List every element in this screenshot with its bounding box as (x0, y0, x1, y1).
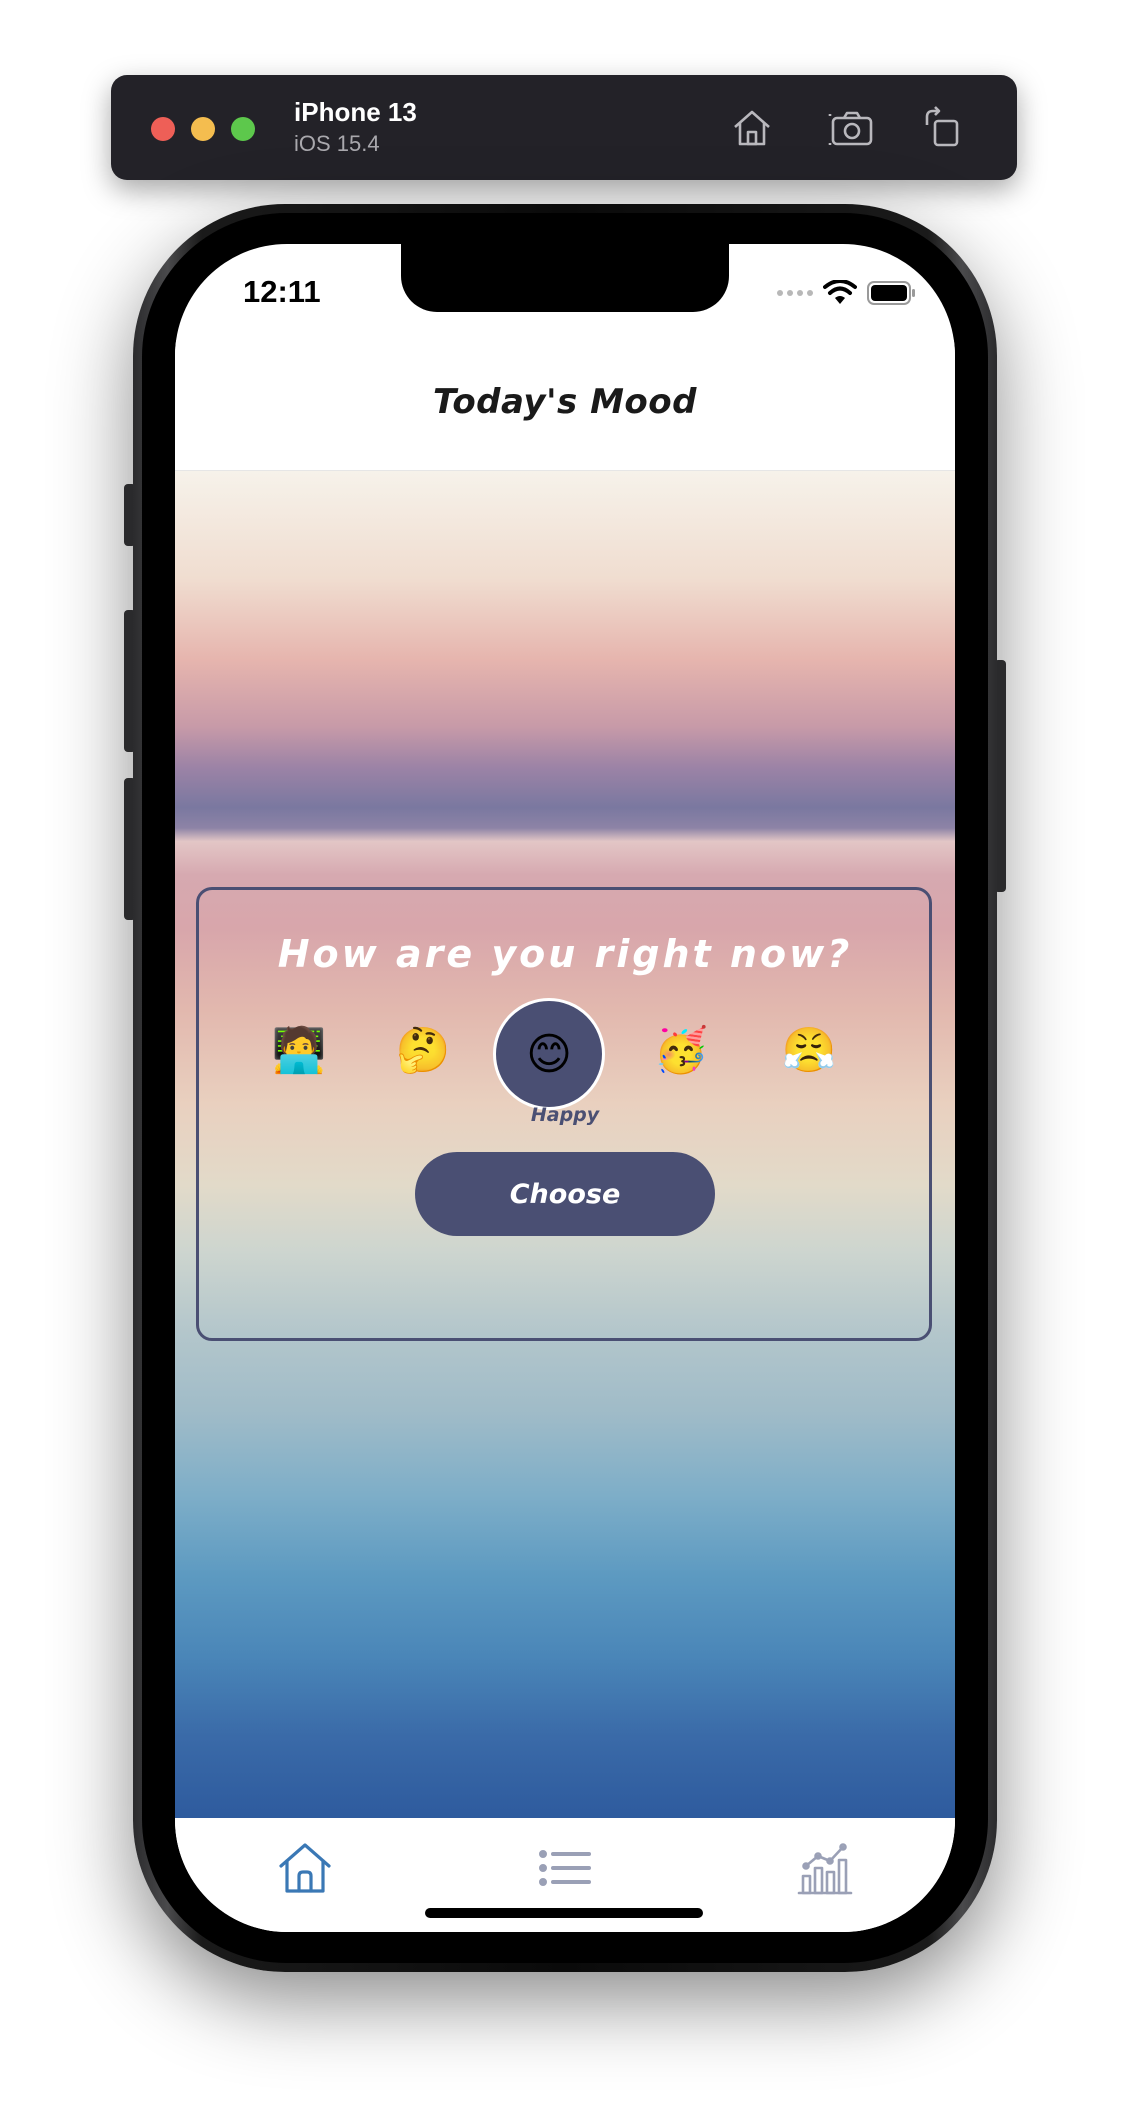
zoom-window-button[interactable] (231, 117, 255, 141)
phone-screen: 12:11 Today's Mood How are you right now… (175, 244, 955, 1932)
notch (401, 244, 729, 312)
simulator-toolbar: iPhone 13 iOS 15.4 (111, 75, 1017, 180)
list-icon (539, 1850, 591, 1886)
tab-statistics[interactable] (795, 1838, 855, 1898)
close-window-button[interactable] (151, 117, 175, 141)
mood-options: 🧑‍💻 🤔 😊 🥳 😤 (175, 998, 955, 1110)
mood-option-frustrated[interactable]: 😤 (769, 1010, 849, 1090)
device-name: iPhone 13 (294, 97, 417, 127)
rotate-icon[interactable] (917, 103, 967, 153)
mood-option-happy[interactable]: 😊 (493, 998, 605, 1110)
mood-option-partying[interactable]: 🥳 (641, 1010, 721, 1090)
page: iPhone 13 iOS 15.4 12:11 Today's Mood Ho… (0, 0, 1128, 2124)
status-icons (777, 280, 917, 306)
home-indicator[interactable] (425, 1908, 703, 1918)
page-title: Today's Mood (433, 382, 697, 422)
mood-option-thinking[interactable]: 🤔 (383, 1010, 463, 1090)
tab-list[interactable] (535, 1838, 595, 1898)
choose-button[interactable]: Choose (415, 1152, 715, 1236)
mood-option-working[interactable]: 🧑‍💻 (259, 1010, 339, 1090)
signal-icon (777, 290, 813, 296)
selected-mood-label: Happy (530, 1104, 600, 1126)
screenshot-icon[interactable] (827, 103, 877, 153)
home-icon (279, 1843, 331, 1893)
os-version: iOS 15.4 (294, 131, 380, 156)
wifi-icon (823, 280, 857, 304)
battery-icon (867, 281, 915, 305)
minimize-window-button[interactable] (191, 117, 215, 141)
home-icon[interactable] (727, 103, 777, 153)
mood-question: How are you right now? (277, 932, 853, 976)
chart-icon (797, 1843, 853, 1895)
status-time: 12:11 (243, 274, 321, 309)
tab-home[interactable] (275, 1838, 335, 1898)
navigation-bar: Today's Mood (175, 340, 955, 471)
